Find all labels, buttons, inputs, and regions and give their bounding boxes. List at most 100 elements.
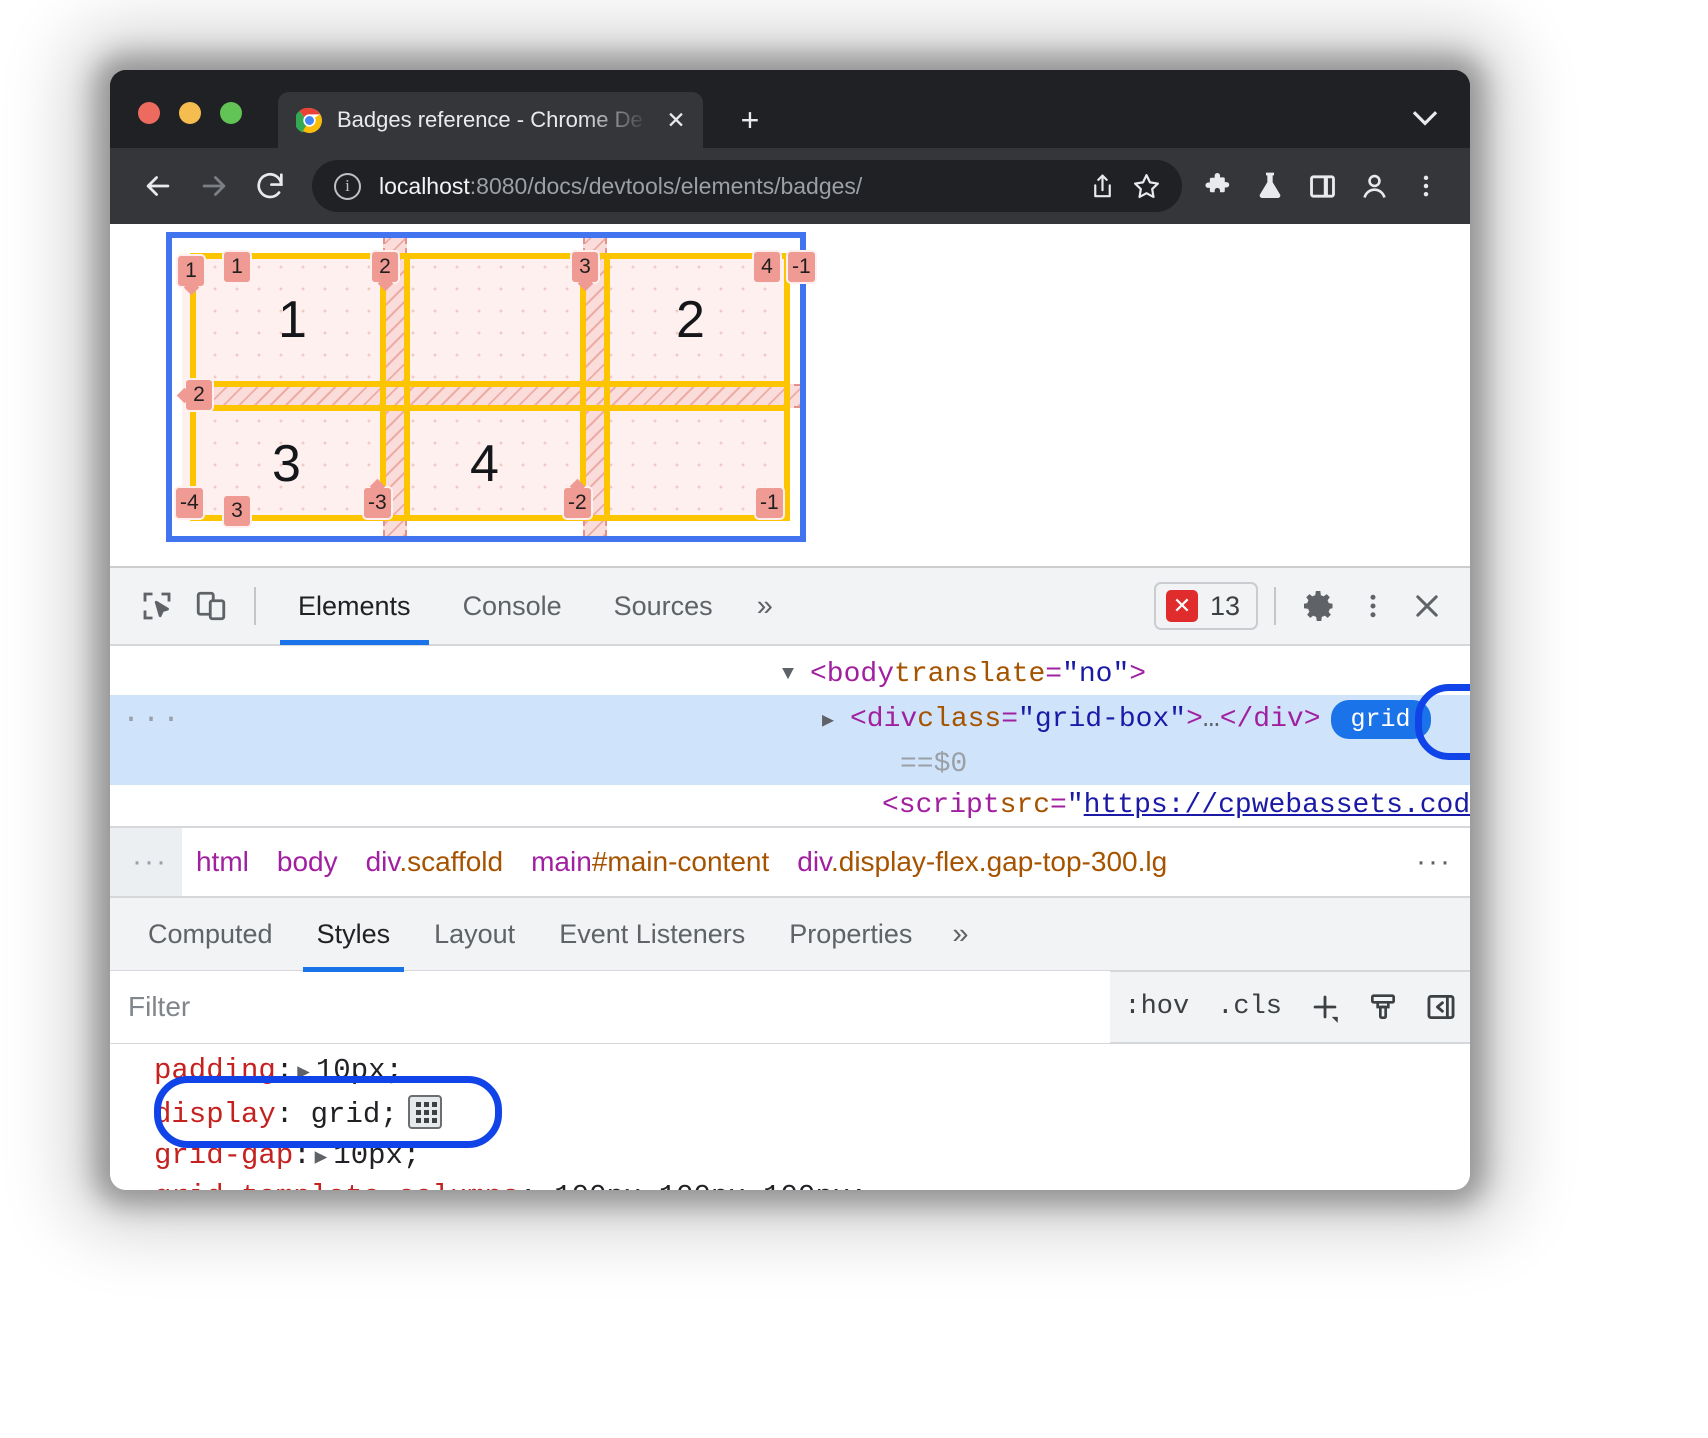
more-panels-button[interactable]: » [739, 590, 791, 623]
css-rule-display[interactable]: display: grid; [154, 1091, 1470, 1135]
dom-tree: ▼<body translate="no"> ···▶<div class="g… [110, 646, 1470, 826]
new-tab-button[interactable]: + [730, 100, 770, 140]
side-panel-icon[interactable] [1296, 160, 1348, 212]
arrow-back-icon[interactable] [130, 158, 186, 214]
css-property-name[interactable]: grid-template-columns [154, 1180, 519, 1190]
dom-row-grid-box[interactable]: ···▶<div class="grid-box">…</div>grid [110, 695, 1470, 744]
grid-line-row-2-start [190, 381, 790, 387]
person-avatar-icon[interactable] [1348, 160, 1400, 212]
reload-icon[interactable] [242, 158, 298, 214]
tab-properties[interactable]: Properties [767, 896, 934, 972]
gear-icon[interactable] [1292, 579, 1346, 633]
three-dots-vertical-icon[interactable] [1400, 160, 1452, 212]
dom-overflow-ellipsis[interactable]: ··· [122, 703, 182, 737]
browser-tab[interactable]: Badges reference - Chrome De ✕ [278, 92, 703, 148]
plus-icon[interactable] [1296, 978, 1354, 1036]
error-count-chip[interactable]: ✕ 13 [1154, 582, 1258, 630]
dom-quote: " [1067, 790, 1084, 821]
close-icon[interactable]: ✕ [663, 107, 689, 133]
dom-equals: = [1050, 790, 1067, 821]
grid-line-badge-top-4: 4 [752, 250, 782, 284]
toolbar-divider-2 [1274, 587, 1276, 625]
address-bar[interactable]: localhost:8080/docs/devtools/elements/ba… [312, 160, 1182, 212]
close-window-button[interactable] [138, 102, 160, 124]
dom-attr-value: "no" [1062, 659, 1129, 690]
breadcrumb-tag: body [277, 846, 338, 877]
cls-button[interactable]: .cls [1203, 992, 1296, 1022]
tab-console[interactable]: Console [437, 567, 588, 645]
css-rule-grid-gap[interactable]: grid-gap:▶10px; [154, 1135, 1470, 1176]
grid-editor-toggle-icon[interactable] [408, 1095, 442, 1129]
breadcrumb-overflow-right[interactable]: ··· [1398, 845, 1470, 879]
css-property-value[interactable]: 10px [333, 1139, 403, 1172]
dom-src-link[interactable]: https://cpwebassets.codep [1084, 790, 1470, 821]
dom-row-body[interactable]: ▼<body translate="no"> [110, 654, 1470, 695]
breadcrumb: ··· html body div.scaffold main#main-con… [110, 826, 1470, 896]
breadcrumb-item-main-content[interactable]: main#main-content [517, 846, 783, 878]
error-x-icon: ✕ [1166, 590, 1198, 622]
css-property-name[interactable]: padding [154, 1054, 276, 1087]
css-property-name[interactable]: display [154, 1098, 276, 1131]
dom-attr-name: translate [894, 659, 1045, 690]
error-count-label: 13 [1210, 591, 1240, 622]
device-toolbar-icon[interactable] [184, 579, 238, 633]
info-circle-icon[interactable] [334, 173, 361, 200]
more-sidebar-tabs-button[interactable]: » [934, 918, 986, 951]
css-property-value[interactable]: grid [311, 1098, 381, 1131]
tab-strip: Badges reference - Chrome De ✕ + [110, 70, 1470, 148]
share-icon[interactable] [1080, 164, 1124, 208]
dom-attr-name: class [917, 704, 1001, 735]
dom-equals: = [1001, 704, 1018, 735]
grid-line-badge-top-neg1: -1 [786, 250, 817, 284]
css-rule-padding[interactable]: padding:▶10px; [154, 1050, 1470, 1091]
tab-sources[interactable]: Sources [588, 567, 739, 645]
window-controls [138, 102, 242, 124]
minimize-window-button[interactable] [179, 102, 201, 124]
css-property-name[interactable]: grid-gap [154, 1139, 293, 1172]
paintbrush-icon[interactable] [1354, 978, 1412, 1036]
screenshot-root: Badges reference - Chrome De ✕ + [0, 0, 1708, 1438]
expand-twisty-icon[interactable]: ▼ [782, 663, 804, 686]
css-property-value[interactable]: 100px 100px 100px [554, 1180, 850, 1190]
grid-cell-4: 4 [470, 438, 499, 490]
breadcrumb-tag: main [531, 846, 592, 877]
css-semicolon: ; [850, 1180, 867, 1190]
dom-row-script[interactable]: <script src="https://cpwebassets.codep [110, 785, 1470, 826]
css-colon: : [519, 1180, 554, 1190]
filter-input[interactable]: Filter [110, 971, 1110, 1043]
collapse-twisty-icon[interactable]: ▶ [822, 707, 844, 733]
breadcrumb-overflow-left[interactable]: ··· [110, 828, 182, 896]
grid-badge[interactable]: grid [1331, 700, 1431, 739]
expand-shorthand-icon[interactable]: ▶ [297, 1059, 310, 1085]
grid-line-badge-bottom-3: 3 [222, 494, 252, 528]
close-icon[interactable] [1400, 579, 1454, 633]
chevron-down-icon[interactable] [1406, 98, 1444, 136]
breadcrumb-item-body[interactable]: body [263, 846, 352, 878]
dom-tag-gt: > [1186, 704, 1203, 735]
star-icon[interactable] [1124, 164, 1168, 208]
tab-elements[interactable]: Elements [272, 567, 437, 645]
tab-styles[interactable]: Styles [295, 896, 413, 972]
maximize-window-button[interactable] [220, 102, 242, 124]
chrome-logo-icon [296, 107, 323, 134]
inspect-cursor-icon[interactable] [130, 579, 184, 633]
grid-line-badge-top-3: 3 [570, 250, 600, 284]
dom-collapsed-children: … [1203, 704, 1220, 735]
three-dots-vertical-icon[interactable] [1346, 579, 1400, 633]
tab-computed[interactable]: Computed [126, 896, 295, 972]
grid-line-badge-bottom-neg4: -4 [174, 486, 205, 520]
puzzle-piece-icon[interactable] [1192, 160, 1244, 212]
collapse-panel-icon[interactable] [1412, 978, 1470, 1036]
tab-layout[interactable]: Layout [412, 896, 537, 972]
expand-shorthand-icon[interactable]: ▶ [315, 1144, 328, 1170]
css-rule-grid-template-columns[interactable]: grid-template-columns: 100px 100px 100px… [154, 1176, 1470, 1190]
breadcrumb-item-html[interactable]: html [182, 846, 263, 878]
breadcrumb-item-div-scaffold[interactable]: div.scaffold [352, 846, 518, 878]
grid-line-badge-bottom-neg1: -1 [754, 486, 785, 520]
breadcrumb-item-div-display-flex[interactable]: div.display-flex.gap-top-300.lg [783, 846, 1181, 878]
hov-button[interactable]: :hov [1110, 992, 1203, 1022]
css-property-value[interactable]: 10px [316, 1054, 386, 1087]
dom-equals: = [1045, 659, 1062, 690]
flask-icon[interactable] [1244, 160, 1296, 212]
tab-event-listeners[interactable]: Event Listeners [537, 896, 767, 972]
